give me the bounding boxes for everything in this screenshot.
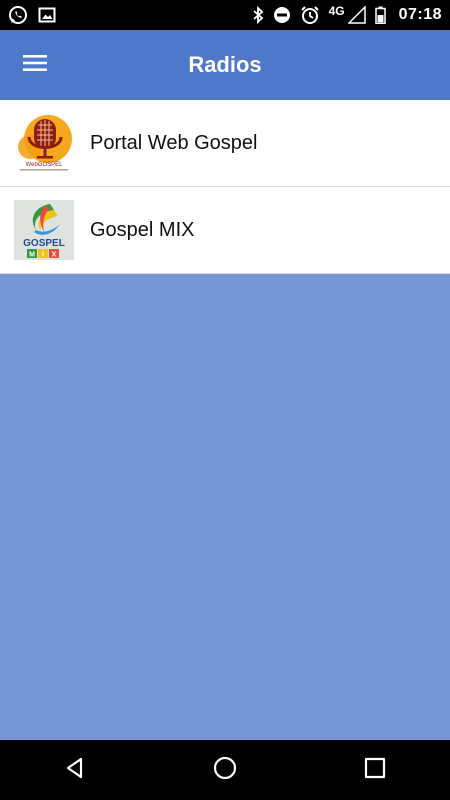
recents-button[interactable] (345, 740, 405, 800)
back-button[interactable] (45, 740, 105, 800)
bluetooth-icon (252, 6, 264, 24)
recents-icon (364, 757, 386, 784)
gospel-mix-logo: GOSPEL M I X (14, 200, 74, 260)
menu-button[interactable] (0, 30, 70, 100)
radio-name: Portal Web Gospel (90, 131, 258, 154)
webgospel-microphone-logo: WebGOSPEL (14, 113, 74, 173)
app-bar: Radios (0, 30, 450, 100)
status-indicators: 4G 07:18 (252, 4, 442, 25)
whatsapp-icon (8, 5, 28, 25)
back-icon (64, 757, 86, 784)
svg-text:WebGOSPEL: WebGOSPEL (26, 162, 64, 168)
status-time: 07:18 (398, 6, 442, 23)
svg-text:M: M (29, 252, 35, 259)
radio-item-gospel-mix[interactable]: GOSPEL M I X Gospel MIX (0, 187, 450, 274)
signal-icon (347, 6, 366, 24)
radio-name: Gospel MIX (90, 218, 195, 241)
home-button[interactable] (195, 740, 255, 800)
status-bar: 4G 07:18 (0, 0, 450, 30)
radio-list: WebGOSPEL Portal Web Gospel GOSPEL M I X (0, 100, 450, 274)
image-notification-icon (38, 6, 56, 24)
navigation-bar (0, 740, 450, 800)
battery-icon (374, 6, 386, 24)
hamburger-menu-icon (23, 54, 47, 77)
do-not-disturb-icon (273, 6, 291, 24)
svg-text:I: I (42, 252, 44, 259)
network-type-label: 4G (328, 4, 345, 18)
status-notifications (8, 5, 56, 25)
alarm-icon (300, 5, 320, 25)
svg-text:X: X (52, 252, 57, 259)
radio-item-portal-web-gospel[interactable]: WebGOSPEL Portal Web Gospel (0, 100, 450, 187)
svg-text:GOSPEL: GOSPEL (23, 238, 65, 249)
home-icon (213, 756, 237, 785)
